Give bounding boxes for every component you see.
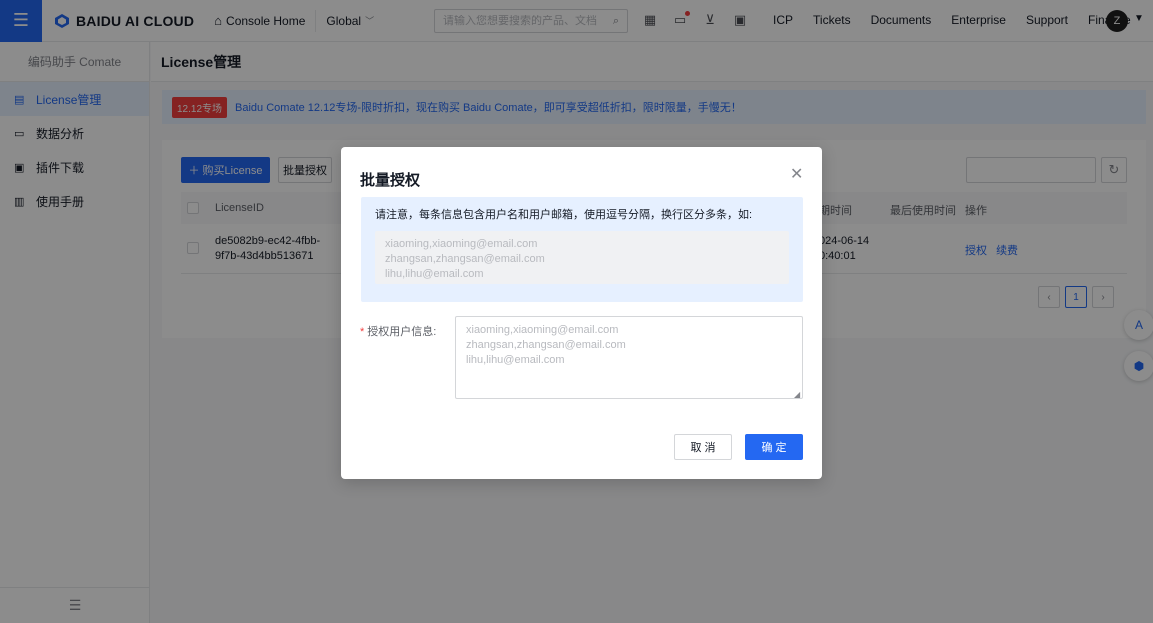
resize-handle-icon[interactable]: ◢ xyxy=(794,390,800,399)
example-line: lihu,lihu@email.com xyxy=(385,268,484,280)
user-info-label: * 授权用户信息: xyxy=(360,323,436,339)
example-line: xiaoming,xiaoming@email.com xyxy=(385,238,538,250)
format-example: xiaoming,xiaoming@email.com zhangsan,zha… xyxy=(375,231,789,284)
dialog-title: 批量授权 xyxy=(360,172,421,189)
close-icon[interactable]: ✕ xyxy=(790,164,803,184)
required-mark: * xyxy=(360,326,365,338)
example-line: zhangsan,zhangsan@email.com xyxy=(385,253,545,265)
cancel-button[interactable]: 取 消 xyxy=(674,434,732,460)
user-info-label-text: 授权用户信息: xyxy=(367,326,437,338)
batch-authorize-dialog: 批量授权 ✕ 请注意，每条信息包含用户名和用户邮箱，使用逗号分隔，换行区分多条，… xyxy=(341,147,822,479)
user-info-textarea[interactable] xyxy=(455,316,803,399)
tip-text: 请注意，每条信息包含用户名和用户邮箱，使用逗号分隔，换行区分多条，如: xyxy=(375,209,753,221)
confirm-button[interactable]: 确 定 xyxy=(745,434,803,460)
format-tip: 请注意，每条信息包含用户名和用户邮箱，使用逗号分隔，换行区分多条，如: xiao… xyxy=(361,197,803,302)
